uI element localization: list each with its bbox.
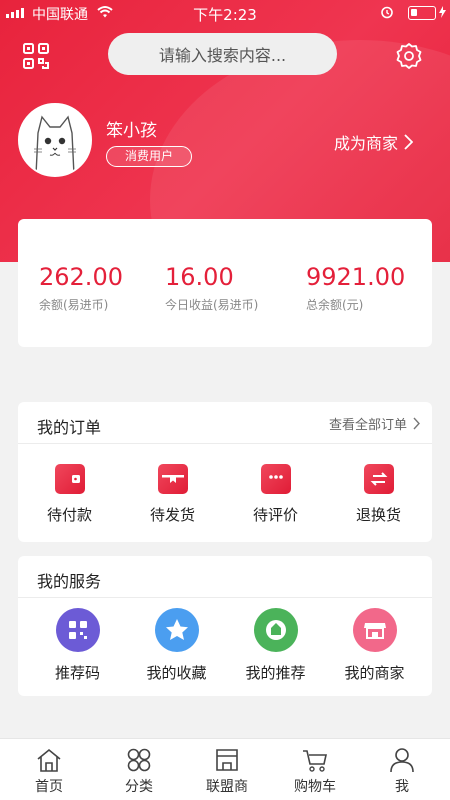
orders-title: 我的订单 [37, 418, 102, 437]
tab-home[interactable]: 首页 [4, 739, 94, 800]
order-pending-review[interactable]: 待评价 [224, 464, 327, 525]
today-income-value: 16.00 [165, 263, 234, 291]
bottom-tab-bar: 首页 分类 联盟商 购物车 我 [0, 738, 450, 800]
user-type-badge: 消费用户 [106, 146, 193, 167]
exchange-icon [363, 464, 394, 494]
become-merchant-link[interactable]: 成为商家 [334, 130, 414, 154]
chevron-right-icon [413, 417, 420, 430]
become-merchant-label: 成为商家 [334, 134, 399, 153]
qr-code-icon [55, 608, 100, 652]
store-icon [216, 749, 238, 771]
service-favorites-label: 我的收藏 [146, 664, 207, 682]
home-icon [37, 748, 61, 772]
service-my-merchant-label: 我的商家 [344, 664, 405, 682]
order-returns-label: 退换货 [355, 506, 401, 524]
balance-card: 262.00 余额(易进币) 16.00 今日收益(易进币) 9921.00 总… [18, 219, 432, 347]
balance-value: 262.00 [39, 263, 123, 291]
service-recommendations-label: 我的推荐 [245, 664, 306, 682]
shop-icon [352, 608, 397, 652]
recommend-icon [253, 608, 298, 652]
chat-bubble-icon [260, 464, 291, 494]
service-recommendations[interactable]: 我的推荐 [224, 608, 327, 683]
cart-icon [303, 750, 327, 772]
cat-avatar-image [20, 105, 90, 175]
tab-alliance-merchants-label: 联盟商 [206, 779, 248, 795]
today-income-label: 今日收益(易进币) [165, 298, 259, 312]
tab-category[interactable]: 分类 [94, 739, 184, 800]
total-balance-label: 总余额(元) [306, 298, 364, 312]
service-favorites[interactable]: 我的收藏 [125, 608, 228, 683]
tab-alliance-merchants[interactable]: 联盟商 [182, 739, 272, 800]
services-title: 我的服务 [37, 572, 102, 591]
service-referral-code-label: 推荐码 [54, 664, 100, 682]
tab-home-label: 首页 [35, 779, 63, 795]
avatar[interactable] [18, 103, 92, 177]
total-balance-value: 9921.00 [306, 263, 406, 291]
gift-box-icon [157, 464, 188, 494]
total-balance-stat[interactable]: 9921.00 总余额(元) [306, 263, 405, 313]
view-all-orders-label: 查看全部订单 [328, 418, 407, 433]
service-my-merchant[interactable]: 我的商家 [323, 608, 426, 683]
balance-stat[interactable]: 262.00 余额(易进币) [39, 263, 123, 313]
order-returns[interactable]: 退换货 [327, 464, 430, 525]
scan-qr-icon[interactable] [22, 42, 50, 70]
tab-category-label: 分类 [125, 779, 153, 795]
balance-label: 余额(易进币) [39, 298, 109, 312]
tab-cart-label: 购物车 [294, 779, 336, 795]
services-header: 我的服务 [18, 556, 432, 598]
username: 笨小孩 [106, 121, 157, 141]
view-all-orders-link[interactable]: 查看全部订单 [329, 414, 420, 433]
tab-me-label: 我 [395, 779, 409, 795]
tab-me[interactable]: 我 [357, 739, 447, 800]
tab-cart[interactable]: 购物车 [270, 739, 360, 800]
order-pending-shipment[interactable]: 待发货 [121, 464, 224, 525]
category-icon [127, 748, 151, 772]
today-income-stat[interactable]: 16.00 今日收益(易进币) [165, 263, 258, 313]
person-icon [390, 748, 414, 773]
order-pending-payment[interactable]: 待付款 [18, 464, 121, 525]
star-icon [154, 608, 199, 652]
services-card: 我的服务 推荐码 我的收藏 我的推荐 我的商家 [18, 556, 432, 696]
order-pending-review-label: 待评价 [252, 506, 298, 524]
status-bar: 中国联通 下午2:23 [0, 0, 450, 26]
orders-card: 我的订单 查看全部订单 待付款 待发货 待评价 退换货 [18, 402, 432, 542]
service-referral-code[interactable]: 推荐码 [26, 608, 129, 683]
settings-gear-icon[interactable] [395, 42, 423, 70]
alarm-icon [381, 6, 393, 19]
charging-icon [439, 6, 446, 18]
battery-icon [408, 6, 436, 20]
order-pending-payment-label: 待付款 [46, 506, 92, 524]
order-pending-shipment-label: 待发货 [149, 506, 195, 524]
search-input[interactable]: 请输入搜索内容... [108, 33, 337, 75]
orders-header: 我的订单 查看全部订单 [18, 402, 432, 444]
wallet-icon [54, 464, 85, 494]
chevron-right-icon [404, 134, 414, 150]
